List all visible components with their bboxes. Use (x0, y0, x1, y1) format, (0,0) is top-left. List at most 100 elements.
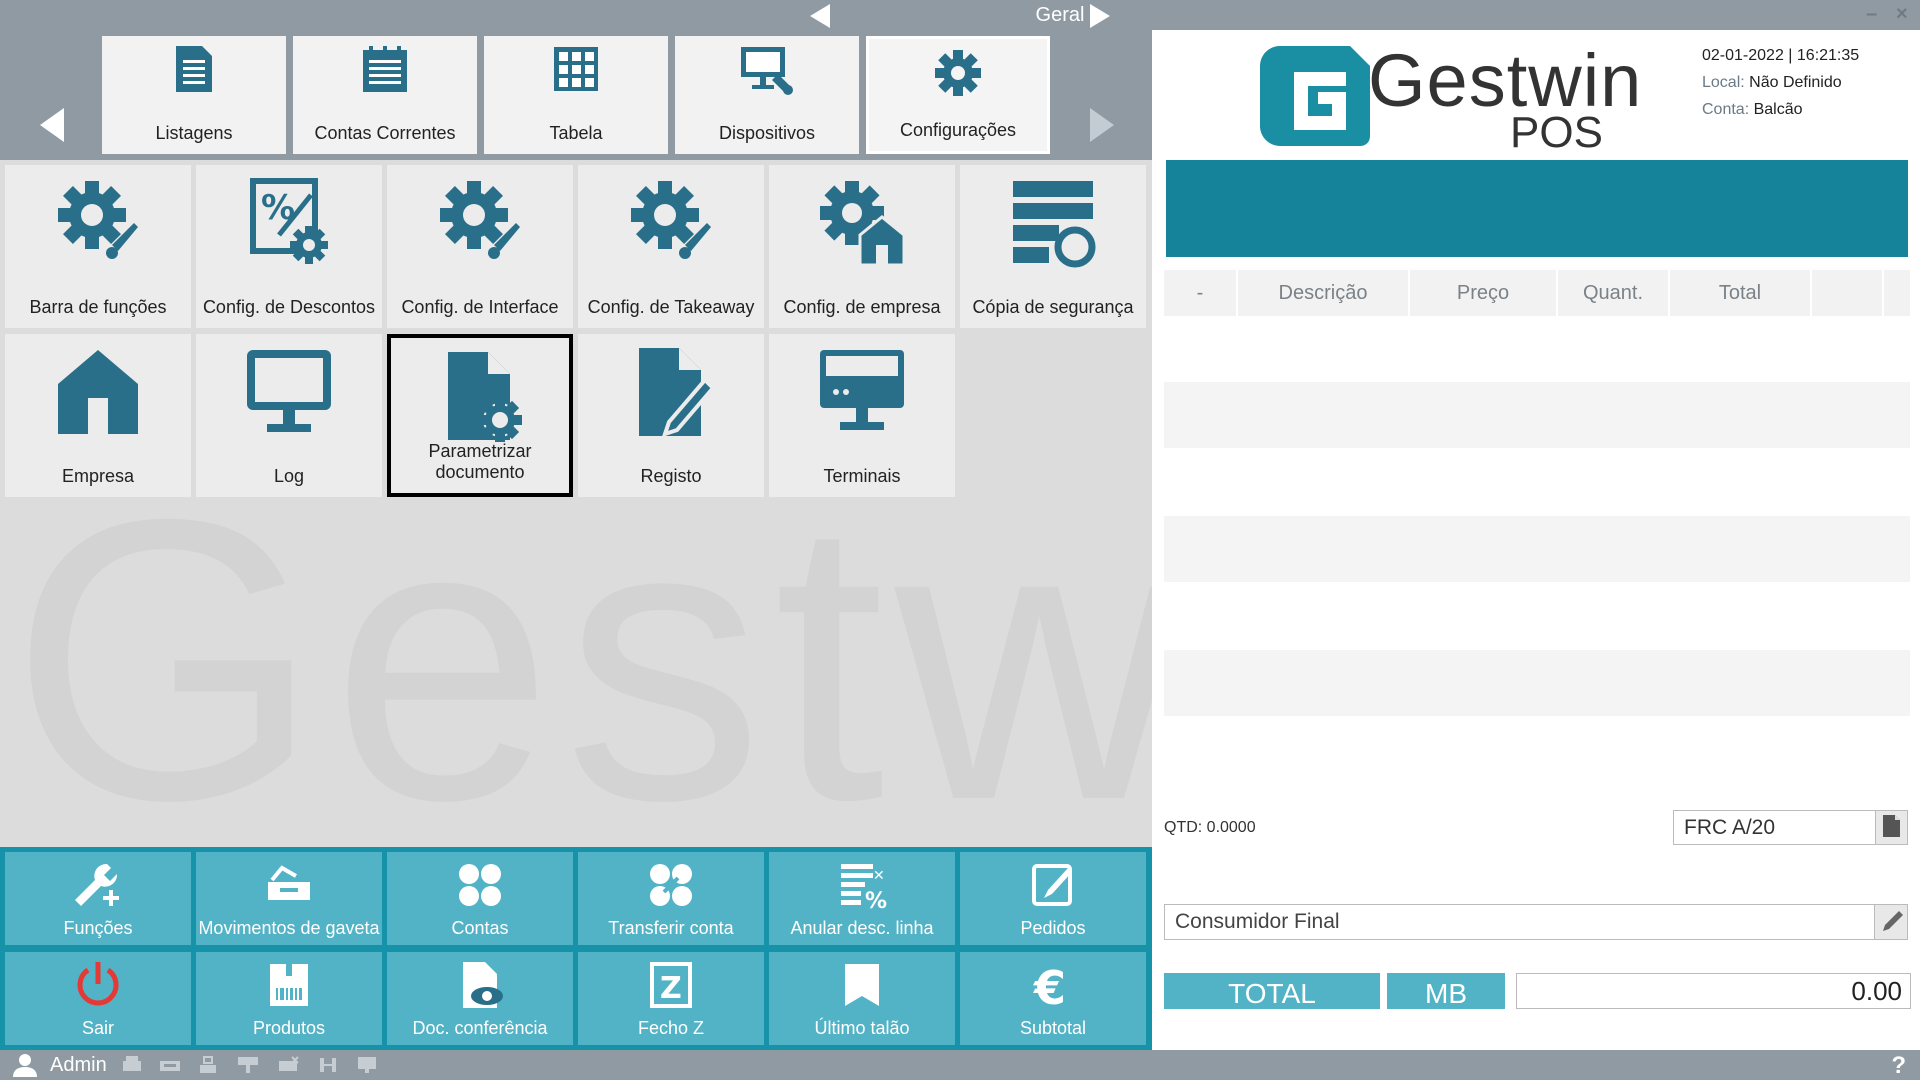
drawer-status-icon[interactable] (158, 1055, 182, 1075)
fn-ultimo-talao-button[interactable]: Último talão (769, 952, 955, 1045)
fn-label: Sair (81, 1018, 114, 1038)
terminal-status-icon[interactable] (356, 1055, 380, 1075)
cash-drawer-icon (196, 860, 382, 910)
receipt-icon (769, 960, 955, 1010)
fn-funcoes-button[interactable]: Funções (5, 852, 191, 945)
session-info: 02-01-2022 | 16:21:35 Local: Não Definid… (1702, 47, 1860, 118)
gear-brush-icon (5, 175, 191, 275)
scale-icon[interactable] (196, 1055, 220, 1075)
title-bar: Geral – × (0, 0, 1920, 30)
col-quant: Quant. (1558, 270, 1670, 316)
payment-mb-button[interactable]: MB (1387, 973, 1505, 1009)
tile-label: Parametrizar documento (428, 441, 532, 482)
fn-produtos-button[interactable]: Produtos (196, 952, 382, 1045)
time: 16:21:35 (1796, 47, 1860, 64)
tile-config-empresa[interactable]: Config. de empresa (769, 165, 955, 328)
gear-house-icon (769, 175, 955, 275)
fn-subtotal-button[interactable]: € Subtotal (960, 952, 1146, 1045)
notepad-icon (293, 44, 477, 100)
tile-barra-de-funcoes[interactable]: Barra de funções (5, 165, 191, 328)
tile-label: Cópia de segurança (972, 297, 1134, 317)
fn-pedidos-button[interactable]: Pedidos (960, 852, 1146, 945)
category-label: Tabela (549, 123, 603, 143)
conta-value: Balcão (1753, 101, 1803, 118)
gear-brush-icon (578, 175, 764, 275)
tile-empresa[interactable]: Empresa (5, 334, 191, 497)
category-contas-correntes[interactable]: Contas Correntes (293, 36, 477, 154)
fn-label: Produtos (252, 1018, 326, 1038)
document-eye-icon (387, 960, 573, 1010)
fn-label: Contas (451, 918, 509, 938)
fn-label: Transferir conta (608, 918, 734, 938)
help-icon[interactable]: ? (1891, 1052, 1906, 1080)
table-row[interactable] (1164, 382, 1910, 448)
tile-config-descontos[interactable]: % Config. de Descontos (196, 165, 382, 328)
gear-icon (869, 47, 1047, 103)
cancel-discount-icon: % ✕ (769, 860, 955, 910)
items-table-header: - Descrição Preço Quant. Total (1164, 270, 1910, 316)
edit-customer-icon[interactable] (1874, 905, 1907, 939)
tile-parametrizar-documento[interactable]: Parametrizar documento (387, 334, 573, 497)
category-listagens[interactable]: Listagens (102, 36, 286, 154)
svg-text:✕: ✕ (873, 868, 885, 884)
tile-copia-seguranca[interactable]: Cópia de segurança (960, 165, 1146, 328)
function-bar: Funções Movimentos de gaveta Contas Tran… (0, 847, 1152, 1050)
backup-icon (960, 175, 1146, 275)
tile-terminais[interactable]: Terminais (769, 334, 955, 497)
category-tabela[interactable]: Tabela (484, 36, 668, 154)
tile-label: Registo (640, 466, 702, 486)
fn-sair-button[interactable]: Sair (5, 952, 191, 1045)
fn-contas-button[interactable]: Contas (387, 852, 573, 945)
pos-app: Geral – × Listagens Contas Correntes Tab… (0, 0, 1920, 1080)
next-group-arrow-icon[interactable] (1090, 4, 1110, 28)
tile-registo[interactable]: Registo (578, 334, 764, 497)
printer-icon[interactable] (120, 1055, 144, 1075)
prev-category-arrow-icon[interactable] (40, 108, 64, 142)
group-title: Geral (1035, 4, 1085, 26)
network-status-icon[interactable] (316, 1055, 340, 1075)
prev-group-arrow-icon[interactable] (810, 4, 830, 28)
monitor-icon (196, 344, 382, 444)
tile-config-takeaway[interactable]: Config. de Takeaway (578, 165, 764, 328)
fn-fecho-z-button[interactable]: Z Fecho Z (578, 952, 764, 1045)
display-banner (1166, 160, 1908, 257)
conta-label: Conta: (1702, 101, 1750, 118)
category-label: Contas Correntes (314, 123, 456, 143)
document-select-icon[interactable] (1875, 811, 1907, 844)
customer-field[interactable]: Consumidor Final (1164, 904, 1908, 940)
fn-doc-conferencia-button[interactable]: Doc. conferência (387, 952, 573, 1045)
discount-gear-icon: % (196, 175, 382, 275)
fn-anular-desc-linha-button[interactable]: % ✕ Anular desc. linha (769, 852, 955, 945)
tile-config-interface[interactable]: Config. de Interface (387, 165, 573, 328)
table-row[interactable] (1164, 650, 1910, 716)
kitchen-printer-icon[interactable] (276, 1055, 300, 1075)
tile-label: Terminais (823, 466, 901, 486)
display-status-icon[interactable] (236, 1055, 260, 1075)
tile-label: Barra de funções (29, 297, 167, 317)
power-icon (5, 960, 191, 1010)
document-type-field[interactable]: FRC A/20 (1673, 810, 1908, 845)
total-button[interactable]: TOTAL (1164, 973, 1380, 1009)
tile-log[interactable]: Log (196, 334, 382, 497)
gear-brush-icon (387, 175, 573, 275)
gestwin-watermark: Gestwin (10, 436, 1152, 848)
gestwin-logo: Gestwin POS (1260, 38, 1641, 158)
four-circles-icon (387, 860, 573, 910)
svg-text:%: % (865, 889, 887, 910)
fn-movimentos-gaveta-button[interactable]: Movimentos de gaveta (196, 852, 382, 945)
minimize-icon[interactable]: – (1866, 3, 1877, 26)
next-category-arrow-icon[interactable] (1090, 108, 1114, 142)
tile-label: Config. de Interface (401, 297, 559, 317)
fn-label: Pedidos (1020, 918, 1086, 938)
close-icon[interactable]: × (1896, 3, 1908, 26)
customer-value: Consumidor Final (1175, 910, 1340, 933)
category-configuracoes[interactable]: Configurações (866, 36, 1050, 154)
svg-text:€: € (1033, 961, 1066, 1010)
fn-transferir-conta-button[interactable]: Transferir conta (578, 852, 764, 945)
category-dispositivos[interactable]: Dispositivos (675, 36, 859, 154)
table-row[interactable] (1164, 516, 1910, 582)
status-bar: Admin ? (0, 1050, 1920, 1080)
total-amount: 0.00 (1516, 973, 1911, 1009)
category-label: Configurações (899, 120, 1017, 140)
current-user: Admin (50, 1054, 107, 1076)
